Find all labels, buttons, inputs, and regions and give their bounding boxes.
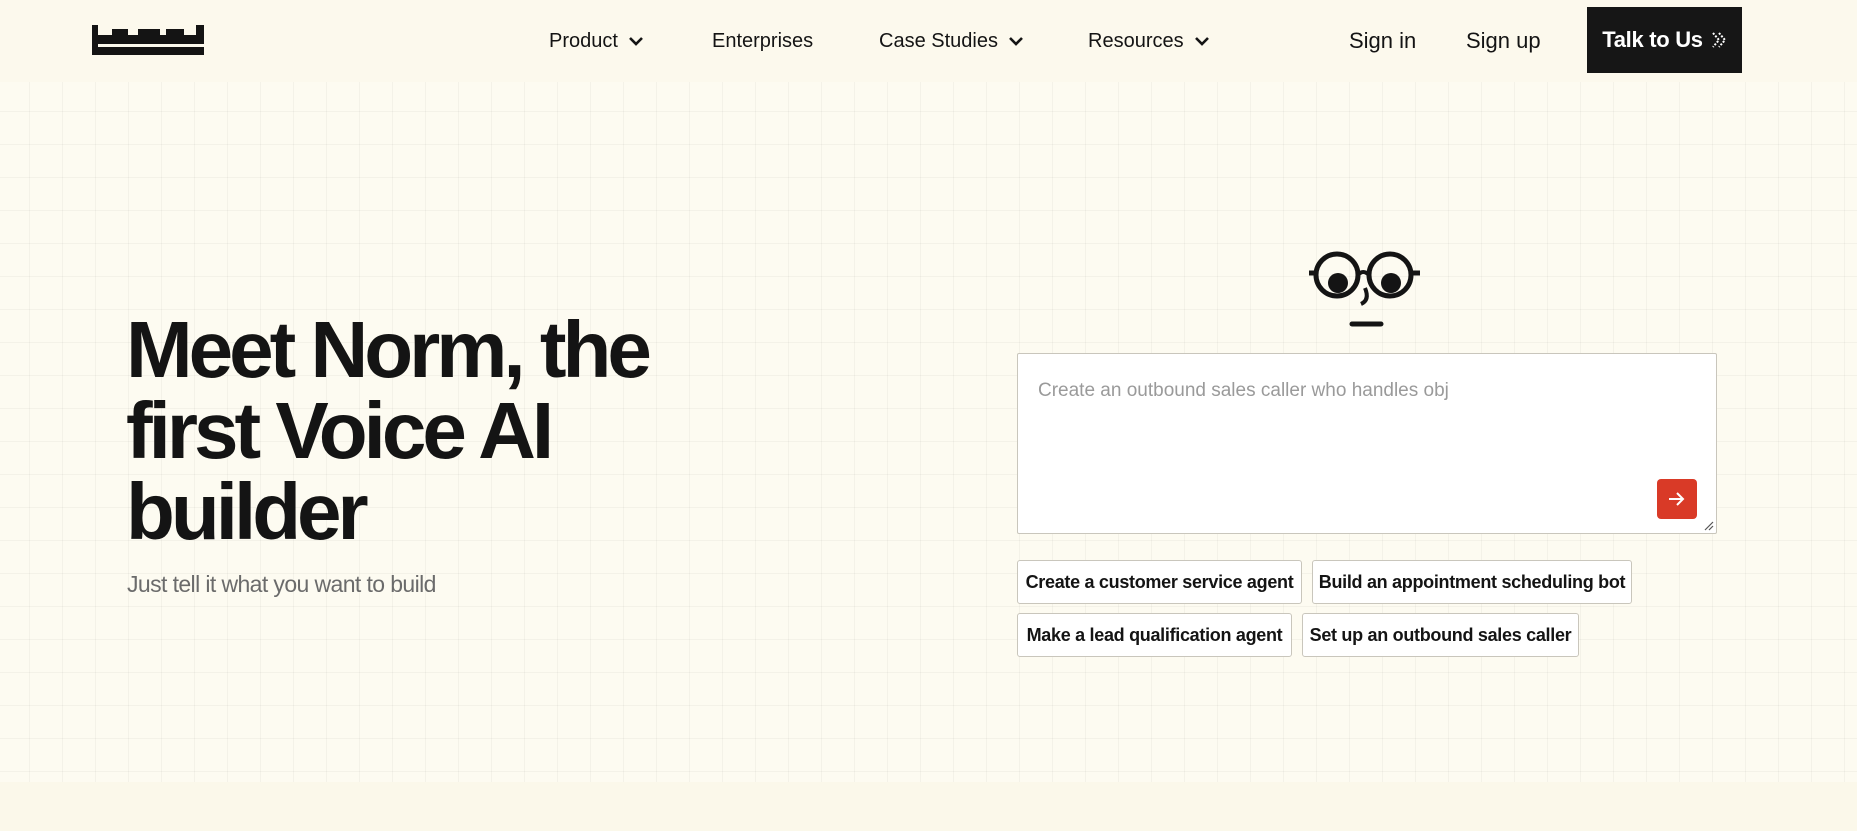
nav-enterprises-label: Enterprises [712, 29, 814, 52]
hero-headline: Meet Norm, the first Voice AI builder [126, 305, 652, 556]
bland-logo[interactable] [92, 25, 204, 55]
suggestion-chip[interactable]: Build an appointment scheduling bot [1312, 560, 1632, 604]
nav-resources[interactable]: Resources [1088, 0, 1210, 82]
nav-resources-label: Resources [1088, 29, 1184, 52]
chevron-down-icon [1009, 37, 1023, 46]
hero-subheadline: Just tell it what you want to build [127, 571, 436, 597]
talk-to-us-button[interactable]: Talk to Us [1587, 7, 1742, 73]
prompt-textarea[interactable]: Create an outbound sales caller who hand… [1017, 353, 1717, 534]
arrow-right-icon [1669, 492, 1685, 506]
nav-enterprises[interactable]: Enterprises [712, 0, 813, 82]
chevron-down-icon [1194, 37, 1209, 46]
sign-in-link[interactable]: Sign in [1349, 0, 1416, 82]
nav-product-label: Product [549, 29, 618, 52]
send-button[interactable] [1657, 479, 1697, 519]
double-chevron-right-icon [1711, 32, 1727, 48]
suggestion-chip[interactable]: Set up an outbound sales caller [1302, 613, 1579, 657]
talk-to-us-label: Talk to Us [1602, 27, 1703, 52]
suggestion-chip[interactable]: Make a lead qualification agent [1017, 613, 1292, 657]
sign-up-link[interactable]: Sign up [1466, 0, 1541, 82]
glasses-face-icon [1309, 251, 1420, 327]
nav-product[interactable]: Product [549, 0, 644, 82]
site-header: Product Enterprises Case Studies Resourc… [0, 0, 1857, 82]
nav-case-studies[interactable]: Case Studies [879, 0, 1024, 82]
suggestion-chip[interactable]: Create a customer service agent [1017, 560, 1302, 604]
nav-case-studies-label: Case Studies [879, 29, 998, 52]
prompt-text: Create an outbound sales caller who hand… [1038, 380, 1449, 401]
resize-handle-icon[interactable] [1704, 521, 1714, 531]
section-divider [0, 782, 1857, 831]
chevron-down-icon [629, 37, 643, 46]
